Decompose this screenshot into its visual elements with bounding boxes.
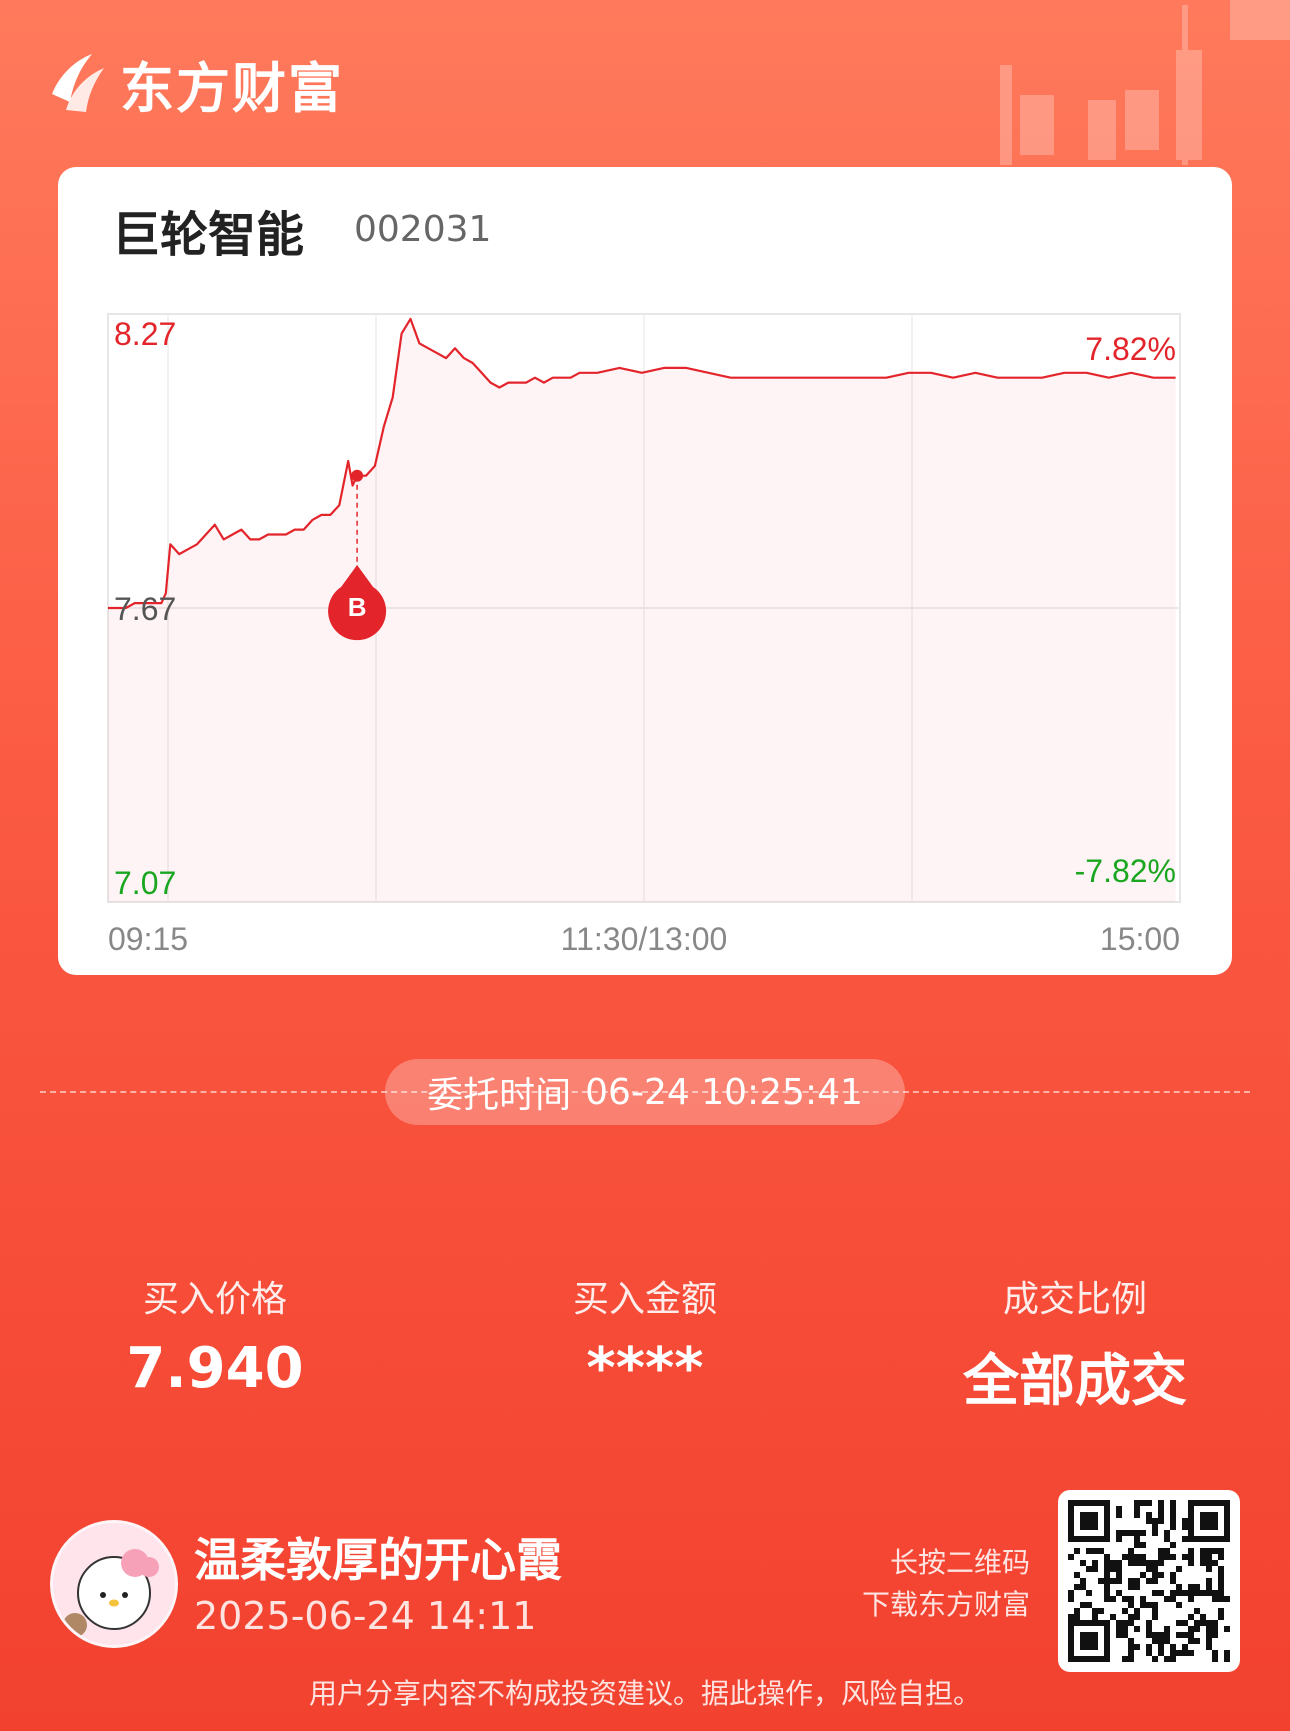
x-tick-midday: 11:30/13:00 [561, 921, 728, 957]
fill-ratio-label: 成交比例 [1002, 1279, 1147, 1320]
fill-ratio-value: 全部成交 [963, 1349, 1187, 1414]
user-avatar[interactable] [50, 1520, 178, 1648]
kitty-avatar-icon [63, 1549, 159, 1637]
qr-hint-line1: 长按二维码 [889, 1546, 1030, 1579]
buy-price-label: 买入价格 [142, 1279, 287, 1320]
order-time-value: 06-24 10:25:41 [585, 1071, 863, 1113]
y-label-ref: 7.67 [114, 591, 176, 627]
price-area [108, 318, 1176, 902]
qr-code-icon [1068, 1500, 1230, 1662]
brand-name: 东方财富 [120, 56, 344, 120]
brand-logo: 东方财富 [48, 48, 344, 120]
stock-chart-card: 巨轮智能 002031 B 8.27 7.67 7.07 7.82% -7.82% 09:1… [58, 167, 1232, 975]
buy-amount-value: **** [586, 1336, 704, 1401]
fill-ratio-stat: 成交比例 全部成交 [910, 1270, 1240, 1417]
y-label-pct-low: -7.82% [1075, 853, 1176, 889]
buy-amount-stat: 买入金额 **** [480, 1270, 810, 1401]
order-time-label: 委托时间 [427, 1075, 572, 1116]
x-tick-open: 09:15 [108, 921, 188, 957]
qr-hint-line2: 下载东方财富 [861, 1588, 1030, 1621]
intraday-chart: B 8.27 7.67 7.07 7.82% -7.82% 09:15 11:30/13:00… [107, 313, 1181, 957]
y-label-high: 8.27 [114, 316, 176, 352]
candlestick-decoration [1000, 0, 1290, 165]
buy-price-stat: 买入价格 7.940 [50, 1270, 380, 1401]
user-name: 温柔敦厚的开心霞 [194, 1533, 562, 1587]
y-label-low: 7.07 [114, 865, 176, 901]
brand-logo-icon [52, 54, 104, 112]
x-tick-close: 15:00 [1100, 921, 1180, 957]
order-time-pill: 委托时间 06-24 10:25:41 [385, 1059, 905, 1125]
disclaimer: 用户分享内容不构成投资建议。据此操作，风险自担。 [308, 1677, 981, 1710]
qr-code[interactable] [1058, 1490, 1240, 1672]
share-time: 2025-06-24 14:11 [194, 1594, 537, 1638]
buy-marker-dot [351, 469, 364, 482]
qr-hint: 长按二维码 下载东方财富 [830, 1542, 1030, 1626]
buy-marker-label: B [348, 592, 367, 622]
buy-amount-label: 买入金额 [572, 1279, 717, 1320]
y-label-pct-high: 7.82% [1085, 331, 1176, 367]
buy-price-value: 7.940 [126, 1336, 304, 1401]
